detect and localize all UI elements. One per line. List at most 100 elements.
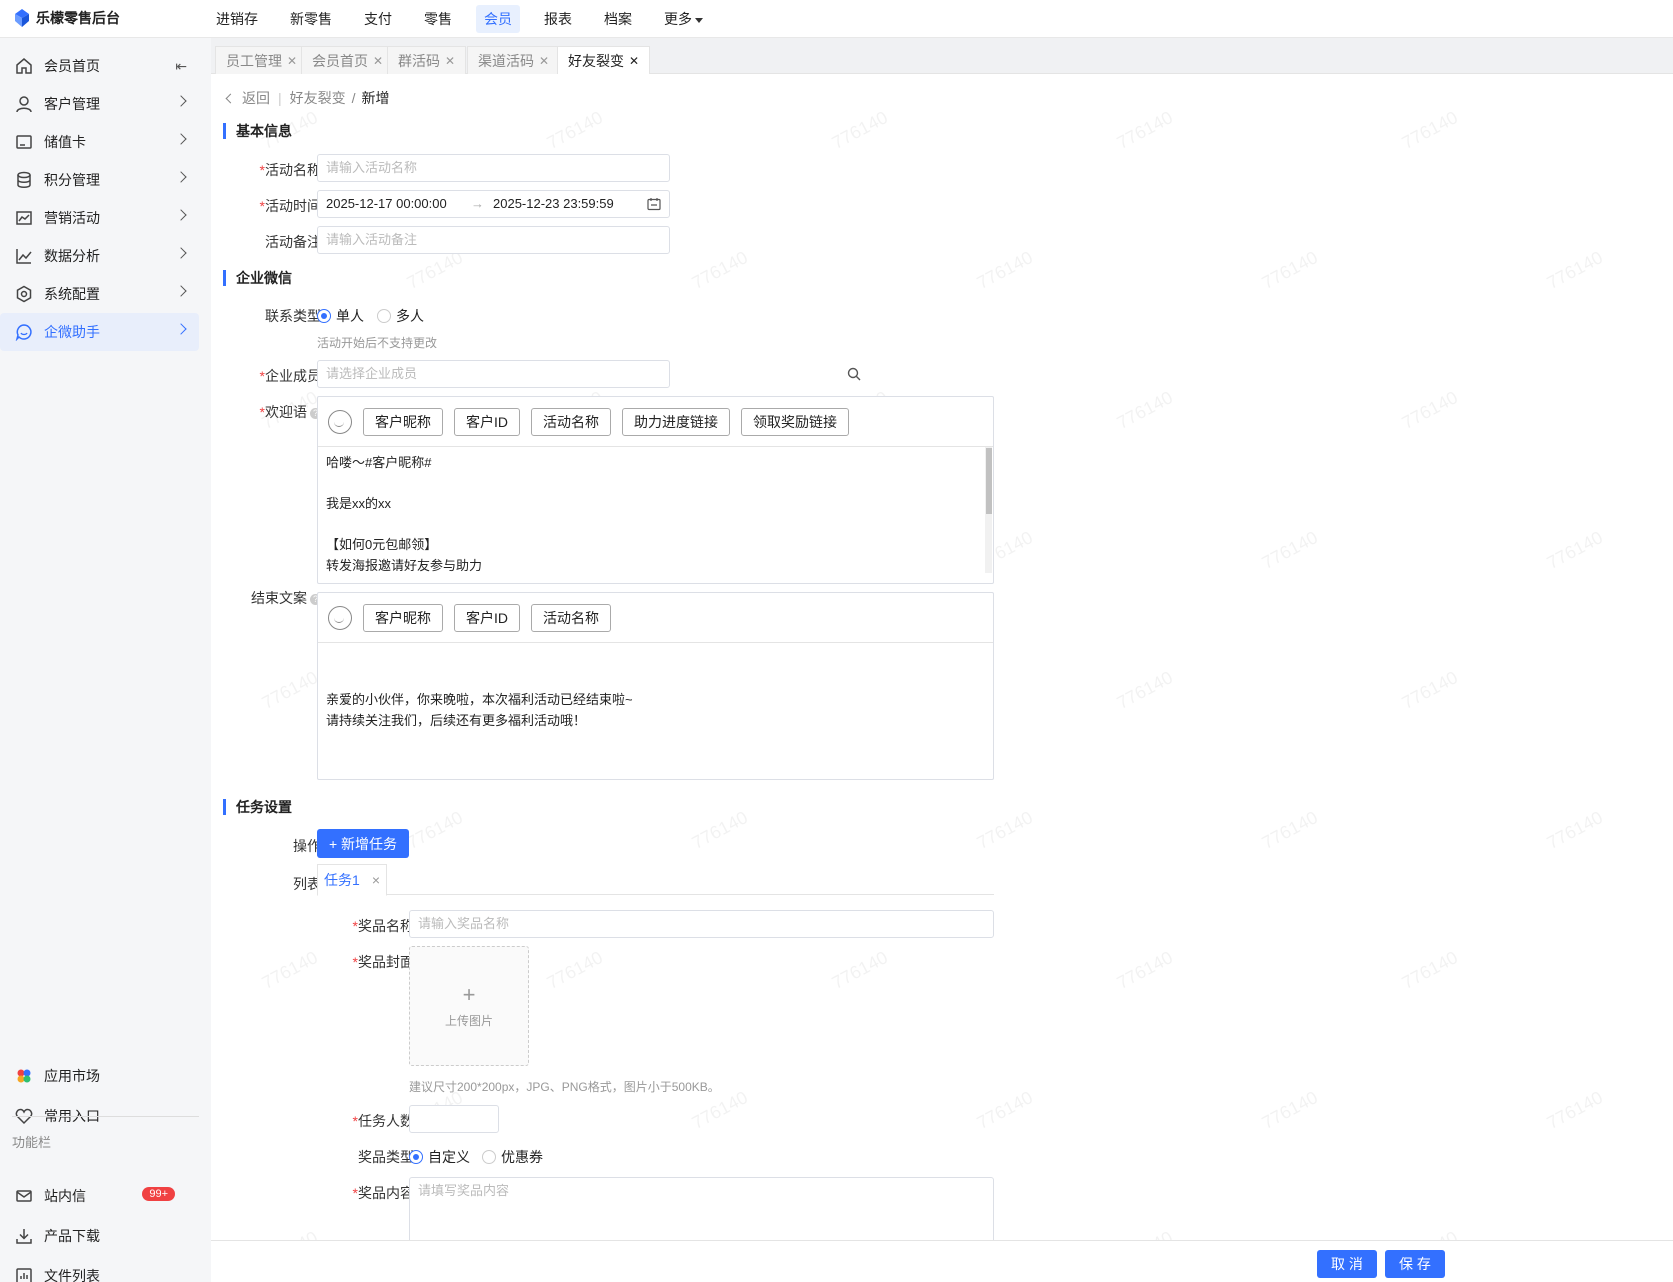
sidebar-item-customers[interactable]: 客户管理 <box>0 85 199 123</box>
close-icon[interactable]: ✕ <box>373 54 383 68</box>
calendar-icon <box>647 198 661 211</box>
search-icon[interactable] <box>847 367 861 381</box>
insert-activity-name-button[interactable]: 活动名称 <box>531 603 611 632</box>
cancel-button[interactable]: 取 消 <box>1317 1250 1377 1278</box>
time-start[interactable]: 2025-12-17 00:00:00 <box>326 191 471 217</box>
task-tab-1[interactable]: 任务1 × <box>317 864 387 896</box>
prize-type-custom-radio[interactable]: 自定义 <box>409 1147 470 1167</box>
line-chart-icon <box>14 246 34 266</box>
radio-dot <box>409 1150 423 1164</box>
sidebar-item-stored-card[interactable]: 储值卡 <box>0 123 199 161</box>
insert-customer-id-button[interactable]: 客户ID <box>454 407 520 436</box>
upload-label: 上传图片 <box>444 1013 493 1028</box>
upload-hint: 建议尺寸200*200px，JPG、PNG格式，图片小于500KB。 <box>409 1080 720 1094</box>
sidebar-item-label: 客户管理 <box>44 96 100 112</box>
unread-badge: 99+ <box>142 1187 175 1201</box>
nav-item-retail[interactable]: 零售 <box>416 5 460 33</box>
app-market-icon <box>14 1066 34 1086</box>
tab-member-home[interactable]: 会员首页 ✕ <box>301 46 395 74</box>
sidebar-item-file-list[interactable]: 文件列表 <box>0 1257 199 1282</box>
app-logo[interactable]: 乐檬零售后台 <box>14 8 120 28</box>
add-task-button[interactable]: + 新增任务 <box>317 829 409 858</box>
end-message-text[interactable]: 亲爱的小伙伴，你来晚啦，本次福利活动已经结束啦~ 请持续关注我们，后续还有更多福… <box>318 643 993 779</box>
field-label-prize-name: *奖品名称 <box>352 918 414 934</box>
sidebar-item-label: 数据分析 <box>44 248 100 264</box>
tab-label: 会员首页 <box>312 52 368 69</box>
nav-more-label: 更多 <box>664 11 692 27</box>
close-icon[interactable]: ✕ <box>287 54 297 68</box>
breadcrumb-divider: | <box>278 90 282 106</box>
member-select[interactable]: 请选择企业成员 <box>317 360 670 388</box>
prize-type-coupon-radio[interactable]: 优惠券 <box>482 1147 543 1167</box>
insert-customer-id-button[interactable]: 客户ID <box>454 603 520 632</box>
sidebar-item-marketing[interactable]: 营销活动 <box>0 199 199 237</box>
upload-image-button[interactable]: + 上传图片 <box>409 946 529 1066</box>
chevron-right-icon <box>175 133 187 145</box>
nav-item-payment[interactable]: 支付 <box>356 5 400 33</box>
insert-nickname-button[interactable]: 客户昵称 <box>363 407 443 436</box>
sidebar-item-member-home[interactable]: 会员首页 ⇤ <box>0 47 199 85</box>
tab-label: 好友裂变 <box>568 52 624 69</box>
top-bar: 乐檬零售后台 进销存 新零售 支付 零售 会员 报表 档案 更多 <box>0 0 1673 38</box>
chevron-right-icon <box>175 285 187 297</box>
breadcrumb-parent[interactable]: 好友裂变 <box>290 88 346 108</box>
sidebar-item-app-market[interactable]: 应用市场 <box>0 1057 199 1095</box>
field-label-member: *企业成员 <box>259 368 321 384</box>
collapse-sidebar-icon[interactable]: ⇤ <box>175 58 187 75</box>
tab-staff[interactable]: 员工管理 ✕ <box>215 46 309 74</box>
back-link[interactable]: 返回 <box>225 88 270 108</box>
nav-item-archive[interactable]: 档案 <box>596 5 640 33</box>
logo-icon <box>15 9 29 27</box>
sidebar-item-label: 积分管理 <box>44 172 100 188</box>
field-label-welcome: *欢迎语? <box>231 402 321 422</box>
field-label-operation: 操作 <box>293 838 321 854</box>
activity-remark-input[interactable]: 请输入活动备注 <box>317 226 670 254</box>
prize-name-input[interactable]: 请输入奖品名称 <box>409 910 994 938</box>
close-icon[interactable]: ✕ <box>539 54 549 68</box>
save-button[interactable]: 保 存 <box>1385 1250 1445 1278</box>
emoji-icon[interactable] <box>328 605 352 630</box>
nav-item-new-retail[interactable]: 新零售 <box>282 5 340 33</box>
activity-time-range-picker[interactable]: 2025-12-17 00:00:00 → 2025-12-23 23:59:5… <box>317 190 670 218</box>
welcome-message-text[interactable]: 哈喽～#客户昵称# 我是xx的xx 【如何0元包邮领】 转发海报邀请好友参与助力 <box>318 447 993 583</box>
contact-type-single-radio[interactable]: 单人 <box>317 306 364 326</box>
tab-channel-qr[interactable]: 渠道活码 ✕ <box>467 46 561 74</box>
contact-type-multi-radio[interactable]: 多人 <box>377 306 424 326</box>
activity-name-input[interactable]: 请输入活动名称 <box>317 154 670 182</box>
sidebar-item-label: 产品下载 <box>44 1228 100 1244</box>
welcome-scrollbar-thumb[interactable] <box>986 448 992 514</box>
tab-friend-fission[interactable]: 好友裂变 ✕ <box>557 46 651 74</box>
end-message-editor[interactable]: 客户昵称 客户ID 活动名称 亲爱的小伙伴，你来晚啦，本次福利活动已经结束啦~ … <box>317 592 994 780</box>
insert-nickname-button[interactable]: 客户昵称 <box>363 603 443 632</box>
sidebar-item-messages[interactable]: 站内信 99+ <box>0 1177 199 1215</box>
sidebar-item-settings[interactable]: 系统配置 <box>0 275 199 313</box>
welcome-message-editor[interactable]: 客户昵称 客户ID 活动名称 助力进度链接 领取奖励链接 哈喽～#客户昵称# 我… <box>317 396 994 584</box>
nav-item-reports[interactable]: 报表 <box>536 5 580 33</box>
nav-item-member[interactable]: 会员 <box>476 5 520 33</box>
close-icon[interactable]: ✕ <box>445 54 455 68</box>
close-icon[interactable]: ✕ <box>629 54 639 68</box>
sidebar-item-downloads[interactable]: 产品下载 <box>0 1217 199 1255</box>
emoji-icon[interactable] <box>328 409 352 434</box>
prize-content-textarea[interactable]: 请填写奖品内容 <box>409 1177 994 1240</box>
sidebar-item-label: 储值卡 <box>44 134 86 150</box>
insert-activity-name-button[interactable]: 活动名称 <box>531 407 611 436</box>
close-icon[interactable]: × <box>372 872 380 888</box>
page-tabs-bar: 员工管理 ✕ 会员首页 ✕ 群活码 ✕ 渠道活码 ✕ 好友裂变 ✕ <box>211 38 1673 74</box>
radio-label: 优惠券 <box>501 1149 543 1165</box>
sidebar-item-wecom-assistant[interactable]: 企微助手 <box>0 313 199 351</box>
task-count-input[interactable] <box>409 1105 499 1133</box>
insert-progress-link-button[interactable]: 助力进度链接 <box>622 407 730 436</box>
insert-reward-link-button[interactable]: 领取奖励链接 <box>741 407 849 436</box>
task-tabs: 任务1 × <box>317 864 994 896</box>
nav-item-inventory[interactable]: 进销存 <box>208 5 266 33</box>
back-label: 返回 <box>242 90 270 106</box>
nav-item-more[interactable]: 更多 <box>656 5 711 33</box>
tab-group-qr[interactable]: 群活码 ✕ <box>387 46 467 74</box>
contact-type-hint: 活动开始后不支持更改 <box>317 336 438 350</box>
sidebar-item-points[interactable]: 积分管理 <box>0 161 199 199</box>
sidebar-item-label: 系统配置 <box>44 286 100 302</box>
sidebar-item-analytics[interactable]: 数据分析 <box>0 237 199 275</box>
time-end[interactable]: 2025-12-23 23:59:59 <box>493 191 614 217</box>
file-list-icon <box>14 1266 34 1282</box>
